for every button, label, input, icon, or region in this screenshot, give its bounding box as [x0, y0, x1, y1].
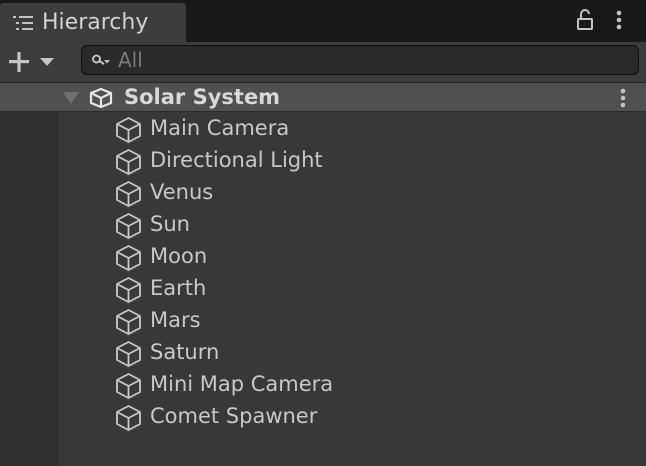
- object-name: Sun: [150, 212, 190, 236]
- cube-icon: [116, 405, 141, 431]
- search-input[interactable]: [118, 47, 628, 73]
- list-item[interactable]: Earth: [58, 273, 646, 305]
- object-name: Comet Spawner: [150, 404, 318, 428]
- list-item[interactable]: Sun: [58, 209, 646, 241]
- list-item[interactable]: Comet Spawner: [58, 401, 646, 433]
- expand-arrow-icon[interactable]: [62, 90, 80, 106]
- cube-icon: [116, 373, 141, 399]
- tab-hierarchy[interactable]: Hierarchy: [0, 3, 186, 42]
- search-field[interactable]: [81, 45, 639, 75]
- tab-bar: Hierarchy: [0, 0, 646, 42]
- cube-icon: [116, 277, 141, 303]
- toolbar: [0, 42, 646, 83]
- object-name: Moon: [150, 244, 208, 268]
- object-name: Directional Light: [150, 148, 323, 172]
- add-object-button[interactable]: [4, 48, 64, 76]
- object-name: Mars: [150, 308, 201, 332]
- kebab-menu-icon[interactable]: [614, 87, 632, 109]
- scene-name: Solar System: [124, 85, 281, 109]
- list-item[interactable]: Mini Map Camera: [58, 369, 646, 401]
- panel-title: Hierarchy: [42, 10, 149, 35]
- object-name: Mini Map Camera: [150, 372, 334, 396]
- list-item[interactable]: Mars: [58, 305, 646, 337]
- list-item[interactable]: Venus: [58, 177, 646, 209]
- lock-icon[interactable]: [576, 8, 594, 32]
- kebab-menu-icon[interactable]: [610, 9, 628, 31]
- cube-icon: [116, 149, 141, 175]
- list-icon: [13, 16, 33, 30]
- cube-icon: [116, 117, 141, 143]
- object-name: Earth: [150, 276, 207, 300]
- search-icon: [92, 54, 110, 65]
- cube-icon: [116, 341, 141, 367]
- object-name: Saturn: [150, 340, 220, 364]
- left-gutter: [0, 83, 58, 466]
- scene-row[interactable]: Solar System: [0, 83, 646, 112]
- cube-icon: [116, 181, 141, 207]
- cube-icon: [116, 309, 141, 335]
- object-name: Main Camera: [150, 116, 290, 140]
- unity-logo-icon: [89, 87, 113, 109]
- list-item[interactable]: Main Camera: [58, 113, 646, 145]
- object-name: Venus: [150, 180, 214, 204]
- cube-icon: [116, 213, 141, 239]
- list-item[interactable]: Moon: [58, 241, 646, 273]
- list-item[interactable]: Saturn: [58, 337, 646, 369]
- cube-icon: [116, 245, 141, 271]
- hierarchy-window: Hierarchy All Solar System Main Camera D…: [0, 0, 646, 466]
- list-item[interactable]: Directional Light: [58, 145, 646, 177]
